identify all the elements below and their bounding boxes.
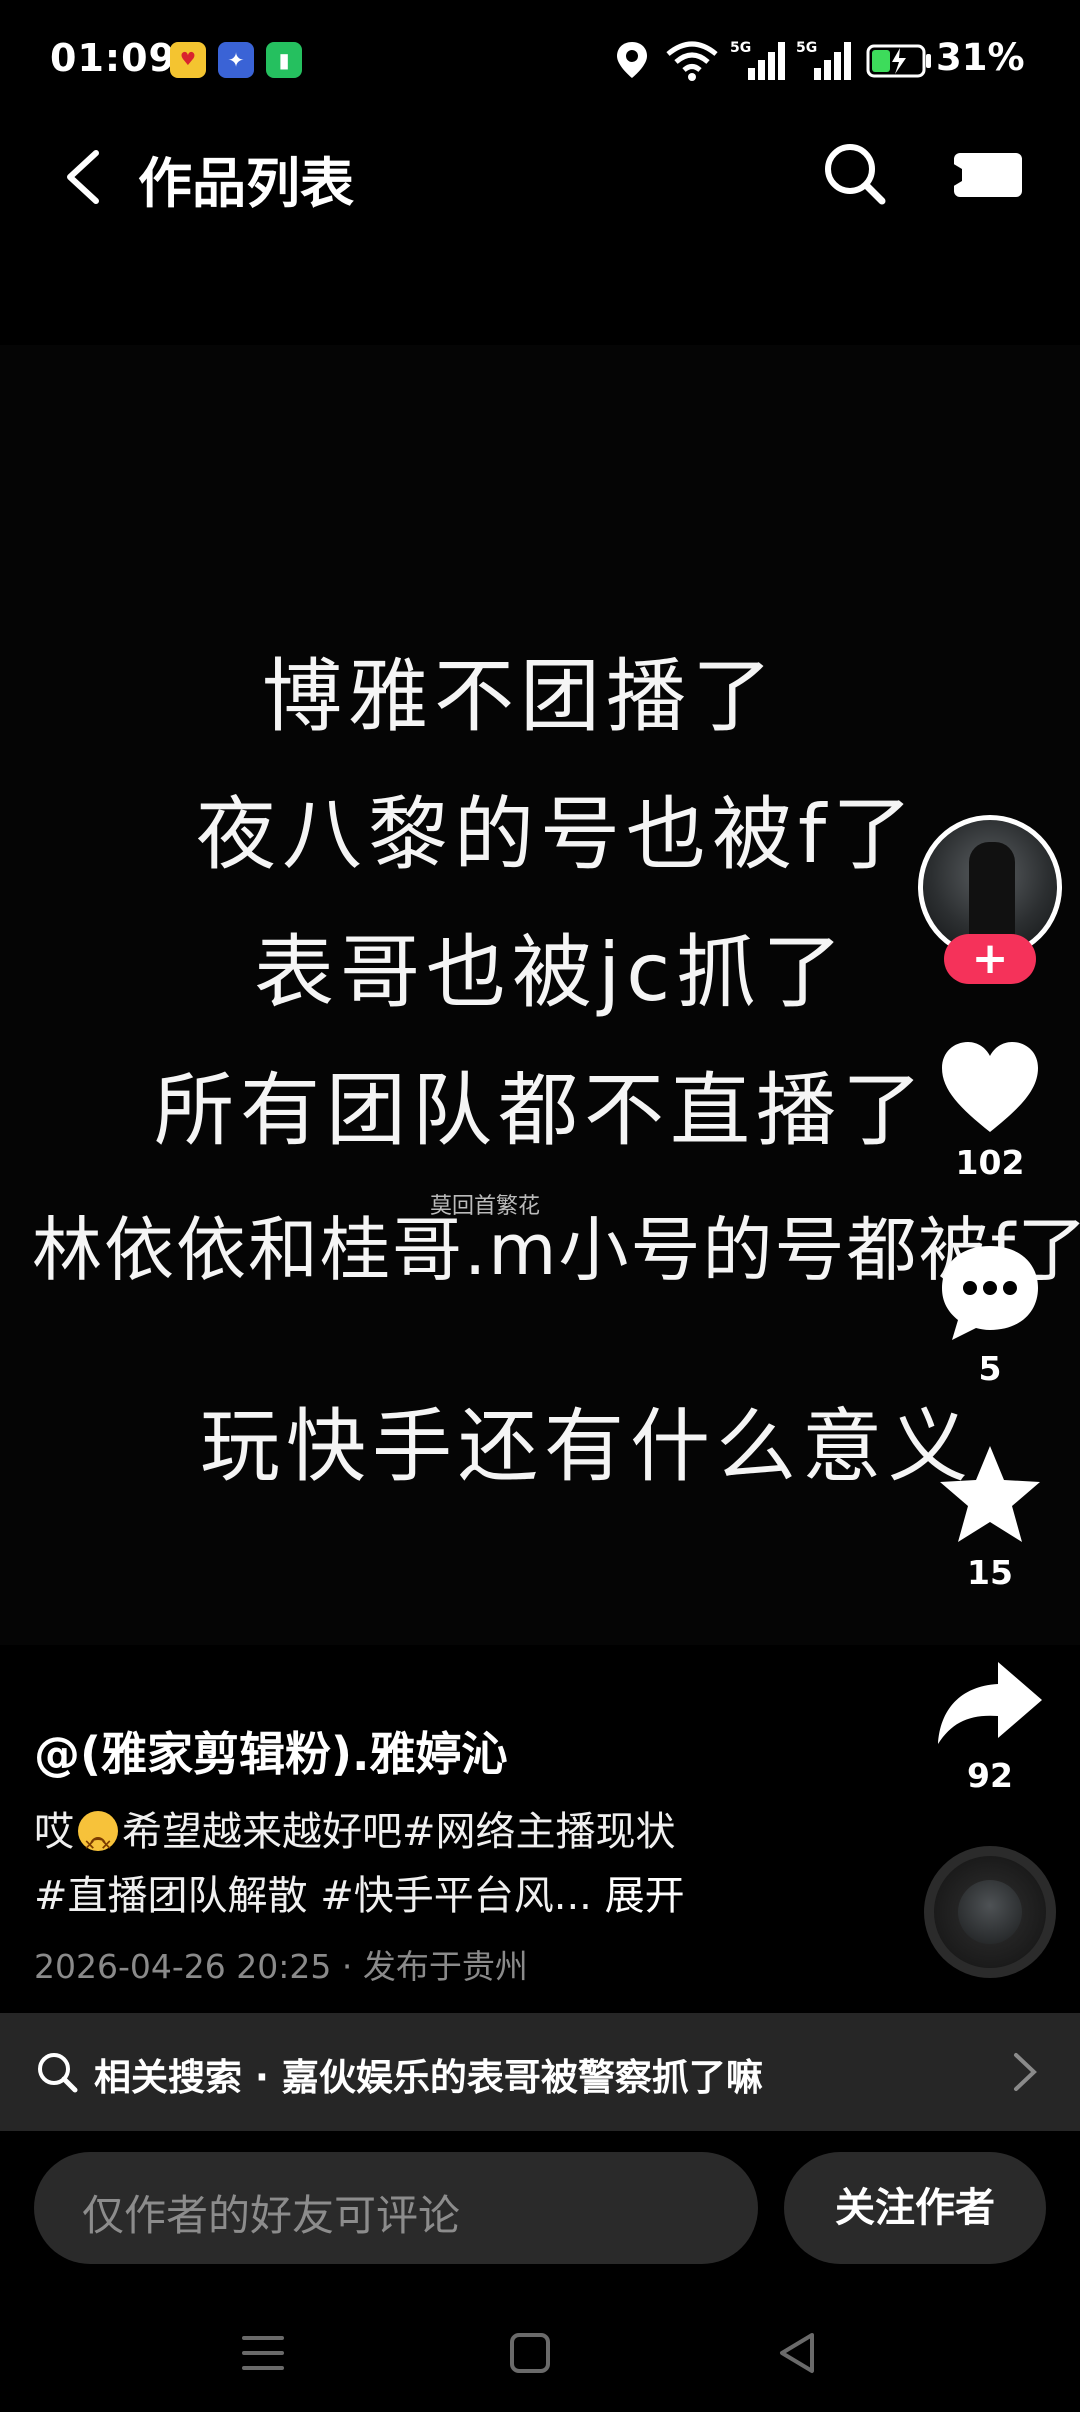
status-bar: 01:09 ♥ ✦ ▮ 5G 5G 31% [0, 0, 1080, 125]
video-text-line: 所有团队都不直播了 [154, 1064, 928, 1157]
description-text: 希望越来越好吧#网络主播现状 [122, 1809, 676, 1855]
signal-5g-icon: 5G [730, 40, 785, 80]
camera-icon[interactable] [952, 149, 1024, 201]
battery-percent: 31% [936, 36, 1025, 79]
like-count: 102 [955, 1143, 1025, 1182]
page-title: 作品列表 [138, 152, 354, 215]
battery-saver-app-icon: ▮ [266, 42, 302, 78]
heart-icon[interactable] [930, 1032, 1050, 1142]
signal-5g-icon: 5G [796, 40, 851, 80]
description-line: #直播团队解散 #快手平台风... 展开 [34, 1864, 894, 1928]
video-text-line: 玩快手还有什么意义 [200, 1400, 974, 1493]
description-line: 哎 希望越来越好吧#网络主播现状 [34, 1800, 894, 1877]
share-count: 92 [967, 1756, 1013, 1795]
comment-input[interactable]: 仅作者的好友可评论 [34, 2152, 758, 2264]
related-search-bar[interactable]: 相关搜索 · 嘉伙娱乐的表哥被警察抓了嘛 [0, 2013, 1080, 2131]
wifi-icon [666, 41, 718, 81]
svg-text:5G: 5G [796, 40, 817, 56]
svg-text:5G: 5G [730, 40, 751, 56]
menu-icon[interactable] [238, 2330, 288, 2376]
music-disc[interactable] [924, 1846, 1056, 1978]
music-cover [958, 1880, 1022, 1944]
description-text: 哎 [34, 1809, 74, 1855]
video-watermark: 莫回首繁花 [430, 1194, 541, 1219]
follow-author-button[interactable]: 关注作者 [784, 2152, 1046, 2264]
video-text-line: 夜八黎的号也被f了 [196, 788, 919, 881]
video-text-line: 表哥也被jc抓了 [254, 926, 849, 1019]
video-text-line: 林依依和桂哥.m小号的号都被f了 [32, 1209, 1080, 1291]
description-text: #直播团队解散 #快手平台风... [34, 1873, 592, 1919]
home-icon[interactable] [505, 2330, 555, 2376]
related-search-label: 相关搜索 · 嘉伙娱乐的表哥被警察抓了嘛 [94, 2056, 763, 2099]
comment-count: 5 [978, 1349, 1002, 1388]
battery-icon [866, 44, 931, 78]
plus-icon: + [971, 933, 1009, 984]
share-icon[interactable] [930, 1648, 1050, 1758]
follow-author-label: 关注作者 [835, 2185, 995, 2231]
location-icon [617, 42, 647, 78]
game-app-icon: ♥ [170, 42, 206, 78]
frown-emoji-icon [78, 1811, 118, 1877]
app-store-icon: ✦ [218, 42, 254, 78]
chevron-right-icon [1014, 2053, 1037, 2091]
back-icon[interactable] [772, 2330, 822, 2376]
post-meta: 2026-04-26 20:25 · 发布于贵州 [34, 1947, 528, 1986]
post-description: 哎 希望越来越好吧#网络主播现状 #直播团队解散 #快手平台风... 展开 [34, 1800, 894, 1928]
author-name[interactable]: @(雅家剪辑粉).雅婷沁 [34, 1718, 508, 1784]
favorite-count: 15 [967, 1553, 1013, 1592]
chevron-left-icon[interactable] [56, 147, 116, 207]
top-nav: 作品列表 [0, 125, 1080, 225]
search-icon [38, 2053, 78, 2093]
system-nav-bar [0, 2290, 1080, 2412]
status-time: 01:09 [50, 36, 176, 80]
video-text-line: 博雅不团播了 [262, 650, 778, 743]
comment-placeholder: 仅作者的好友可评论 [82, 2191, 461, 2240]
star-icon[interactable] [930, 1440, 1050, 1550]
follow-plus-button[interactable]: + [944, 934, 1036, 984]
comment-icon[interactable] [930, 1238, 1050, 1348]
search-icon[interactable] [822, 141, 888, 207]
expand-link[interactable]: 展开 [605, 1873, 685, 1919]
